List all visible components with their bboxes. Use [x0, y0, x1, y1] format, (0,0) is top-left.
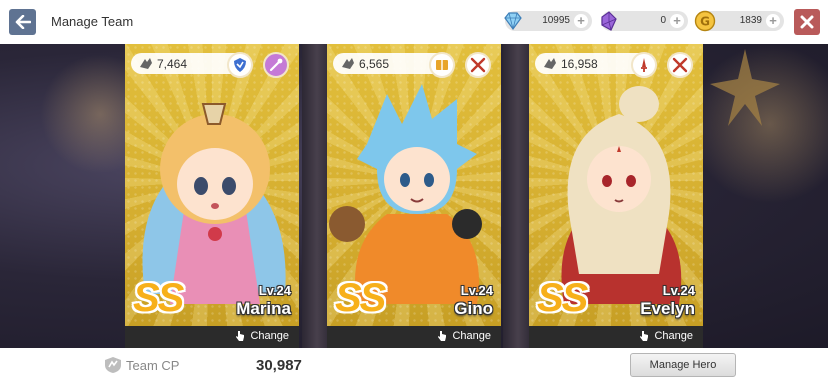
- hero-grade: SS: [133, 276, 184, 320]
- page-title: Manage Team: [51, 14, 134, 29]
- currency-gold: G 1839 +: [694, 10, 784, 32]
- change-bar: Change: [529, 326, 703, 348]
- team-cp-label: Team CP: [126, 358, 180, 373]
- hero-cp-value: 6,565: [359, 57, 390, 71]
- hero-cp-value: 16,958: [561, 57, 598, 71]
- add-purple-gem-button[interactable]: +: [670, 14, 684, 28]
- tap-hand-icon: [236, 331, 245, 341]
- crossed-swords-icon: [465, 52, 491, 78]
- hero-name: Evelyn: [640, 299, 695, 318]
- hero-card-gino[interactable]: 6,565 SS Lv.24 Gino Change: [327, 44, 501, 348]
- change-label: Change: [452, 330, 491, 342]
- hero-card-evelyn[interactable]: 16,958 SS Lv.24 Evelyn Change: [529, 44, 703, 348]
- crossed-swords-icon: [667, 52, 693, 78]
- hero-grade: SS: [537, 276, 588, 320]
- bottom-bar: Team CP 30,987 Manage Hero: [0, 348, 828, 383]
- arrow-left-icon: [15, 15, 31, 29]
- diamond-count: 10995: [542, 15, 570, 26]
- change-bar: Change: [327, 326, 501, 348]
- change-label: Change: [654, 330, 693, 342]
- change-hero-button[interactable]: Change: [235, 330, 289, 342]
- team-cp-icon: [105, 357, 121, 373]
- hero-level: Lv.24: [662, 283, 695, 298]
- hero-grade: SS: [335, 276, 386, 320]
- hero-name: Marina: [236, 299, 291, 318]
- shield-class-icon: [227, 52, 253, 78]
- change-label: Change: [250, 330, 289, 342]
- combat-power-icon: [342, 58, 354, 69]
- change-bar: Change: [125, 326, 299, 348]
- currency-purple-gem: 0 +: [601, 11, 688, 31]
- back-button[interactable]: [9, 9, 36, 35]
- team-cp-value: 30,987: [256, 357, 302, 374]
- add-gold-button[interactable]: +: [766, 14, 780, 28]
- book-class-icon: [429, 52, 455, 78]
- tap-hand-icon: [438, 331, 447, 341]
- currency-diamond: 10995 +: [504, 11, 592, 31]
- sword-class-icon: [631, 52, 657, 78]
- combat-power-icon: [140, 58, 152, 69]
- hero-card-marina[interactable]: 7,464 SS Lv.24 Marina Change: [125, 44, 299, 348]
- change-hero-button[interactable]: Change: [437, 330, 491, 342]
- hero-cp-value: 7,464: [157, 57, 188, 71]
- change-hero-button[interactable]: Change: [639, 330, 693, 342]
- purple-gem-count: 0: [660, 15, 666, 26]
- star-decoration-icon: [710, 49, 780, 126]
- hero-level: Lv.24: [460, 283, 493, 298]
- hero-name: Gino: [454, 299, 493, 318]
- magic-wand-icon: [263, 52, 289, 78]
- gold-count: 1839: [739, 15, 762, 26]
- top-bar: Manage Team 10995 + 0 + G 1839 +: [0, 0, 828, 44]
- combat-power-icon: [544, 58, 556, 69]
- tap-hand-icon: [640, 331, 649, 341]
- add-diamond-button[interactable]: +: [574, 14, 588, 28]
- close-button[interactable]: [794, 9, 820, 35]
- close-icon: [800, 15, 814, 29]
- hero-level: Lv.24: [258, 283, 291, 298]
- manage-hero-button[interactable]: Manage Hero: [630, 353, 736, 377]
